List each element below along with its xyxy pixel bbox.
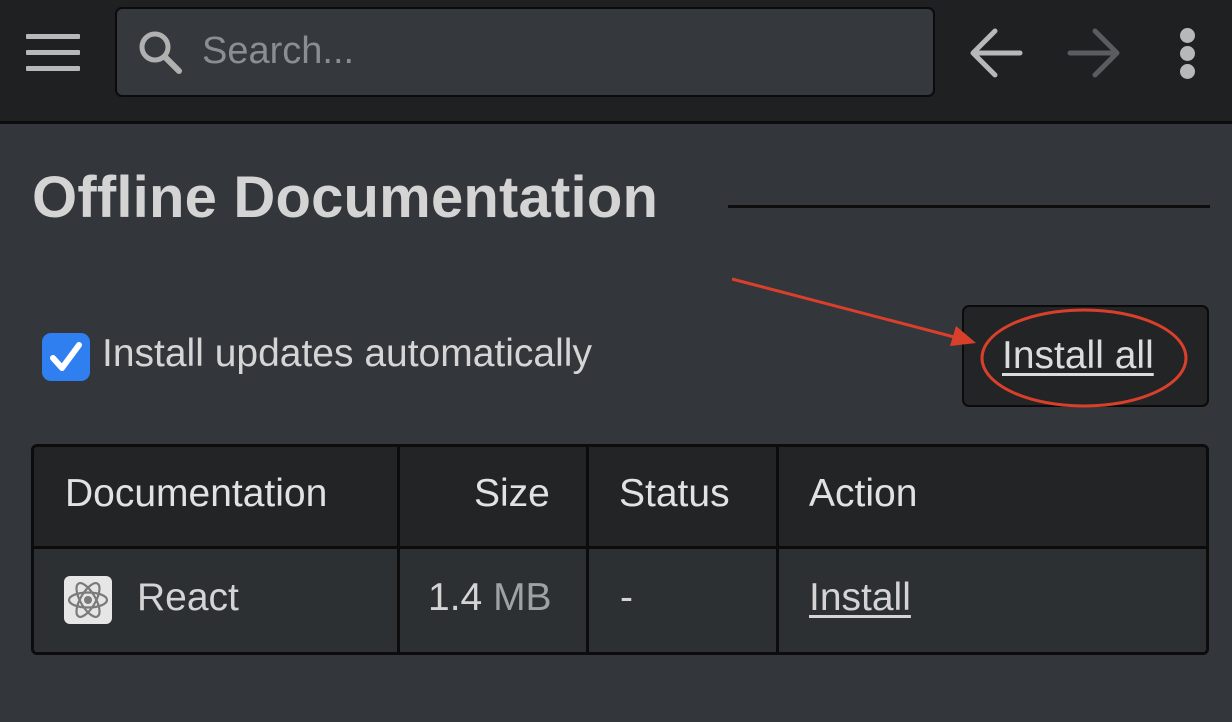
col-header-status: Status xyxy=(619,472,730,515)
doc-status: - xyxy=(620,576,633,619)
kebab-menu-icon[interactable] xyxy=(1168,24,1208,82)
doc-size-unit: MB xyxy=(493,576,552,619)
col-header-documentation: Documentation xyxy=(65,472,328,515)
top-bar xyxy=(0,0,1232,124)
doc-name: React xyxy=(137,576,239,619)
checkmark-icon xyxy=(50,342,82,371)
page-title: Offline Documentation xyxy=(32,165,659,230)
search-input[interactable] xyxy=(200,22,920,80)
doc-size: 1.4 MB xyxy=(428,576,552,620)
hamburger-menu-icon[interactable] xyxy=(26,32,82,72)
auto-update-label: Install updates automatically xyxy=(102,332,592,375)
col-header-size: Size xyxy=(474,472,550,515)
title-divider xyxy=(728,205,1210,208)
annotation-arrow-line xyxy=(731,277,959,340)
column-divider xyxy=(776,447,779,652)
install-all-label[interactable]: Install all xyxy=(1002,334,1154,378)
react-logo-icon xyxy=(64,576,112,624)
install-link[interactable]: Install xyxy=(809,576,911,619)
column-divider xyxy=(397,447,400,652)
arrow-left-icon[interactable] xyxy=(966,26,1026,80)
col-header-action: Action xyxy=(809,472,918,515)
table-header-row: Documentation Size Status Action xyxy=(34,447,1206,549)
doc-size-value: 1.4 xyxy=(428,576,483,619)
arrow-right-icon xyxy=(1067,28,1120,78)
auto-update-checkbox[interactable] xyxy=(42,333,90,381)
docs-table: Documentation Size Status Action React 1… xyxy=(31,444,1209,655)
search-icon xyxy=(139,31,182,74)
column-divider xyxy=(586,447,589,652)
table-row: React 1.4 MB - Install xyxy=(34,549,1206,652)
doc-action-cell: Install xyxy=(809,576,911,620)
